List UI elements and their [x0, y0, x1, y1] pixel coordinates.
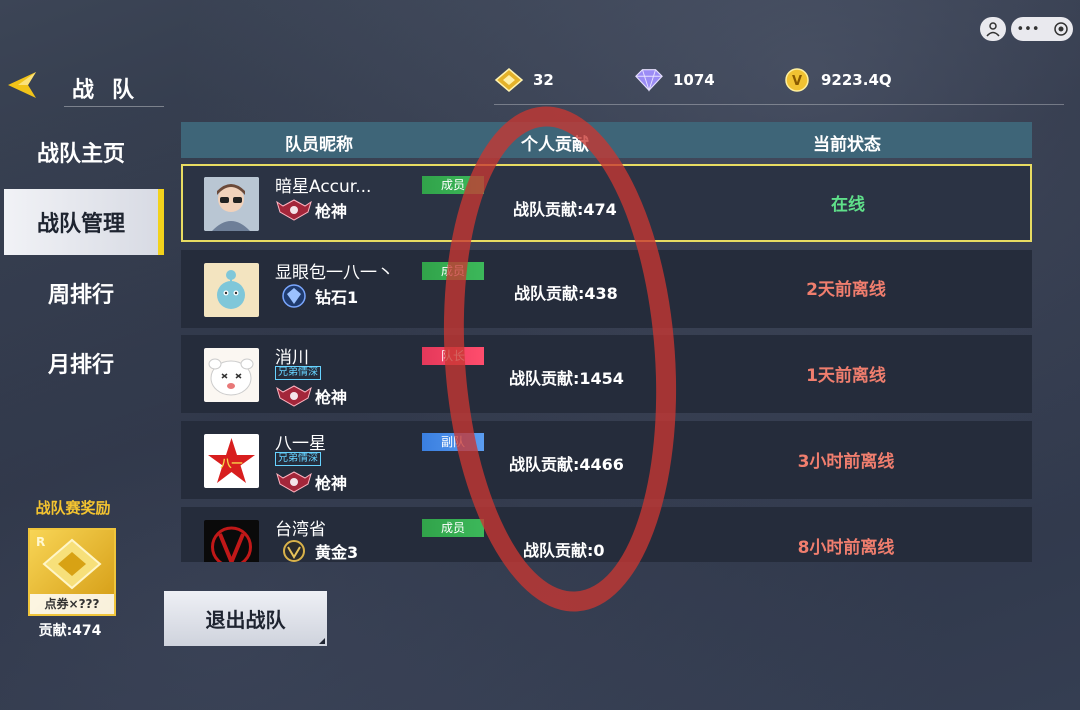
rank-label: 枪神: [315, 388, 348, 407]
column-header-nickname: 队员昵称: [285, 135, 353, 155]
coupon-stack-icon: R: [36, 535, 102, 590]
gold-rank-icon: [283, 540, 305, 562]
member-status: 2天前离线: [806, 280, 886, 300]
diamond-rank-icon: [282, 284, 306, 308]
mini-menu-capsule[interactable]: •••: [1011, 17, 1073, 41]
coupon-icon: [494, 65, 524, 95]
member-nickname: 台湾省: [275, 520, 326, 540]
diamond-icon: [634, 65, 664, 95]
member-nickname: 暗星Accur...: [275, 177, 372, 197]
avatar[interactable]: 八一: [204, 434, 259, 488]
menu-label: 月排行: [47, 353, 114, 378]
back-button[interactable]: [6, 68, 40, 102]
member-rank: 枪神: [275, 198, 347, 222]
gun-god-rank-icon: [276, 385, 312, 407]
avatar[interactable]: [204, 348, 259, 402]
back-arrow-icon: [8, 72, 36, 98]
member-status: 3小时前离线: [797, 452, 895, 472]
member-rank: 枪神: [275, 384, 347, 408]
reward-item[interactable]: R 点券×???: [28, 528, 116, 616]
reward-contribution: 贡献:474: [38, 623, 102, 639]
menu-label: 周排行: [47, 283, 114, 308]
menu-label: 战队管理: [36, 212, 125, 237]
coupon-counter: 32: [494, 66, 554, 94]
member-nickname: 显眼包一八一丶: [275, 263, 394, 283]
gold-value: 9223.4Q: [821, 71, 892, 89]
rank-label: 黄金3: [315, 543, 359, 562]
member-status: 在线: [831, 195, 865, 215]
menu-team-manage[interactable]: 战队管理: [4, 189, 164, 255]
member-status: 1天前离线: [806, 366, 886, 386]
svg-text:R: R: [36, 535, 45, 549]
gun-god-rank-icon: [276, 471, 312, 493]
avatar[interactable]: [204, 263, 259, 317]
more-icon[interactable]: •••: [1016, 22, 1039, 37]
member-status: 8小时前离线: [797, 538, 895, 558]
rank-label: 钻石1: [315, 288, 359, 307]
coupon-value: 32: [533, 71, 554, 89]
menu-team-home[interactable]: 战队主页: [4, 119, 158, 185]
person-icon: [986, 22, 1000, 37]
divider: [64, 106, 164, 107]
diamond-counter: 1074: [634, 66, 715, 94]
avatar[interactable]: [204, 177, 259, 231]
exit-team-label: 退出战队: [205, 608, 286, 632]
menu-label: 战队主页: [36, 142, 125, 167]
menu-monthly-rank[interactable]: 月排行: [4, 330, 158, 396]
svg-text:八一: 八一: [220, 457, 243, 470]
svg-text:V: V: [792, 74, 802, 89]
member-title-tag: 兄弟情深: [275, 452, 321, 466]
exit-team-button[interactable]: 退出战队: [164, 591, 327, 646]
rank-label: 枪神: [315, 202, 348, 221]
member-nickname: 八一星: [275, 434, 326, 454]
member-rank: 钻石1: [275, 284, 358, 308]
member-rank: 枪神: [275, 470, 347, 494]
reward-caption: 点券×???: [30, 594, 114, 614]
role-badge: 成员: [422, 519, 484, 537]
gold-coin-icon: V: [782, 65, 812, 95]
page-title: 战队: [72, 78, 153, 103]
member-rank: 黄金3: [275, 539, 358, 562]
gun-god-rank-icon: [276, 199, 312, 221]
gold-counter: V 9223.4Q: [782, 66, 892, 94]
rank-label: 枪神: [315, 474, 348, 493]
close-target-icon[interactable]: [1053, 22, 1068, 36]
column-header-status: 当前状态: [813, 135, 881, 155]
avatar[interactable]: [204, 520, 259, 562]
member-nickname: 消川: [275, 348, 309, 368]
reward-title: 战队赛奖励: [35, 499, 111, 517]
game-center-button[interactable]: [980, 17, 1006, 41]
menu-weekly-rank[interactable]: 周排行: [4, 260, 158, 326]
member-title-tag: 兄弟情深: [275, 366, 321, 380]
divider: [494, 104, 1064, 105]
diamond-value: 1074: [673, 71, 715, 89]
